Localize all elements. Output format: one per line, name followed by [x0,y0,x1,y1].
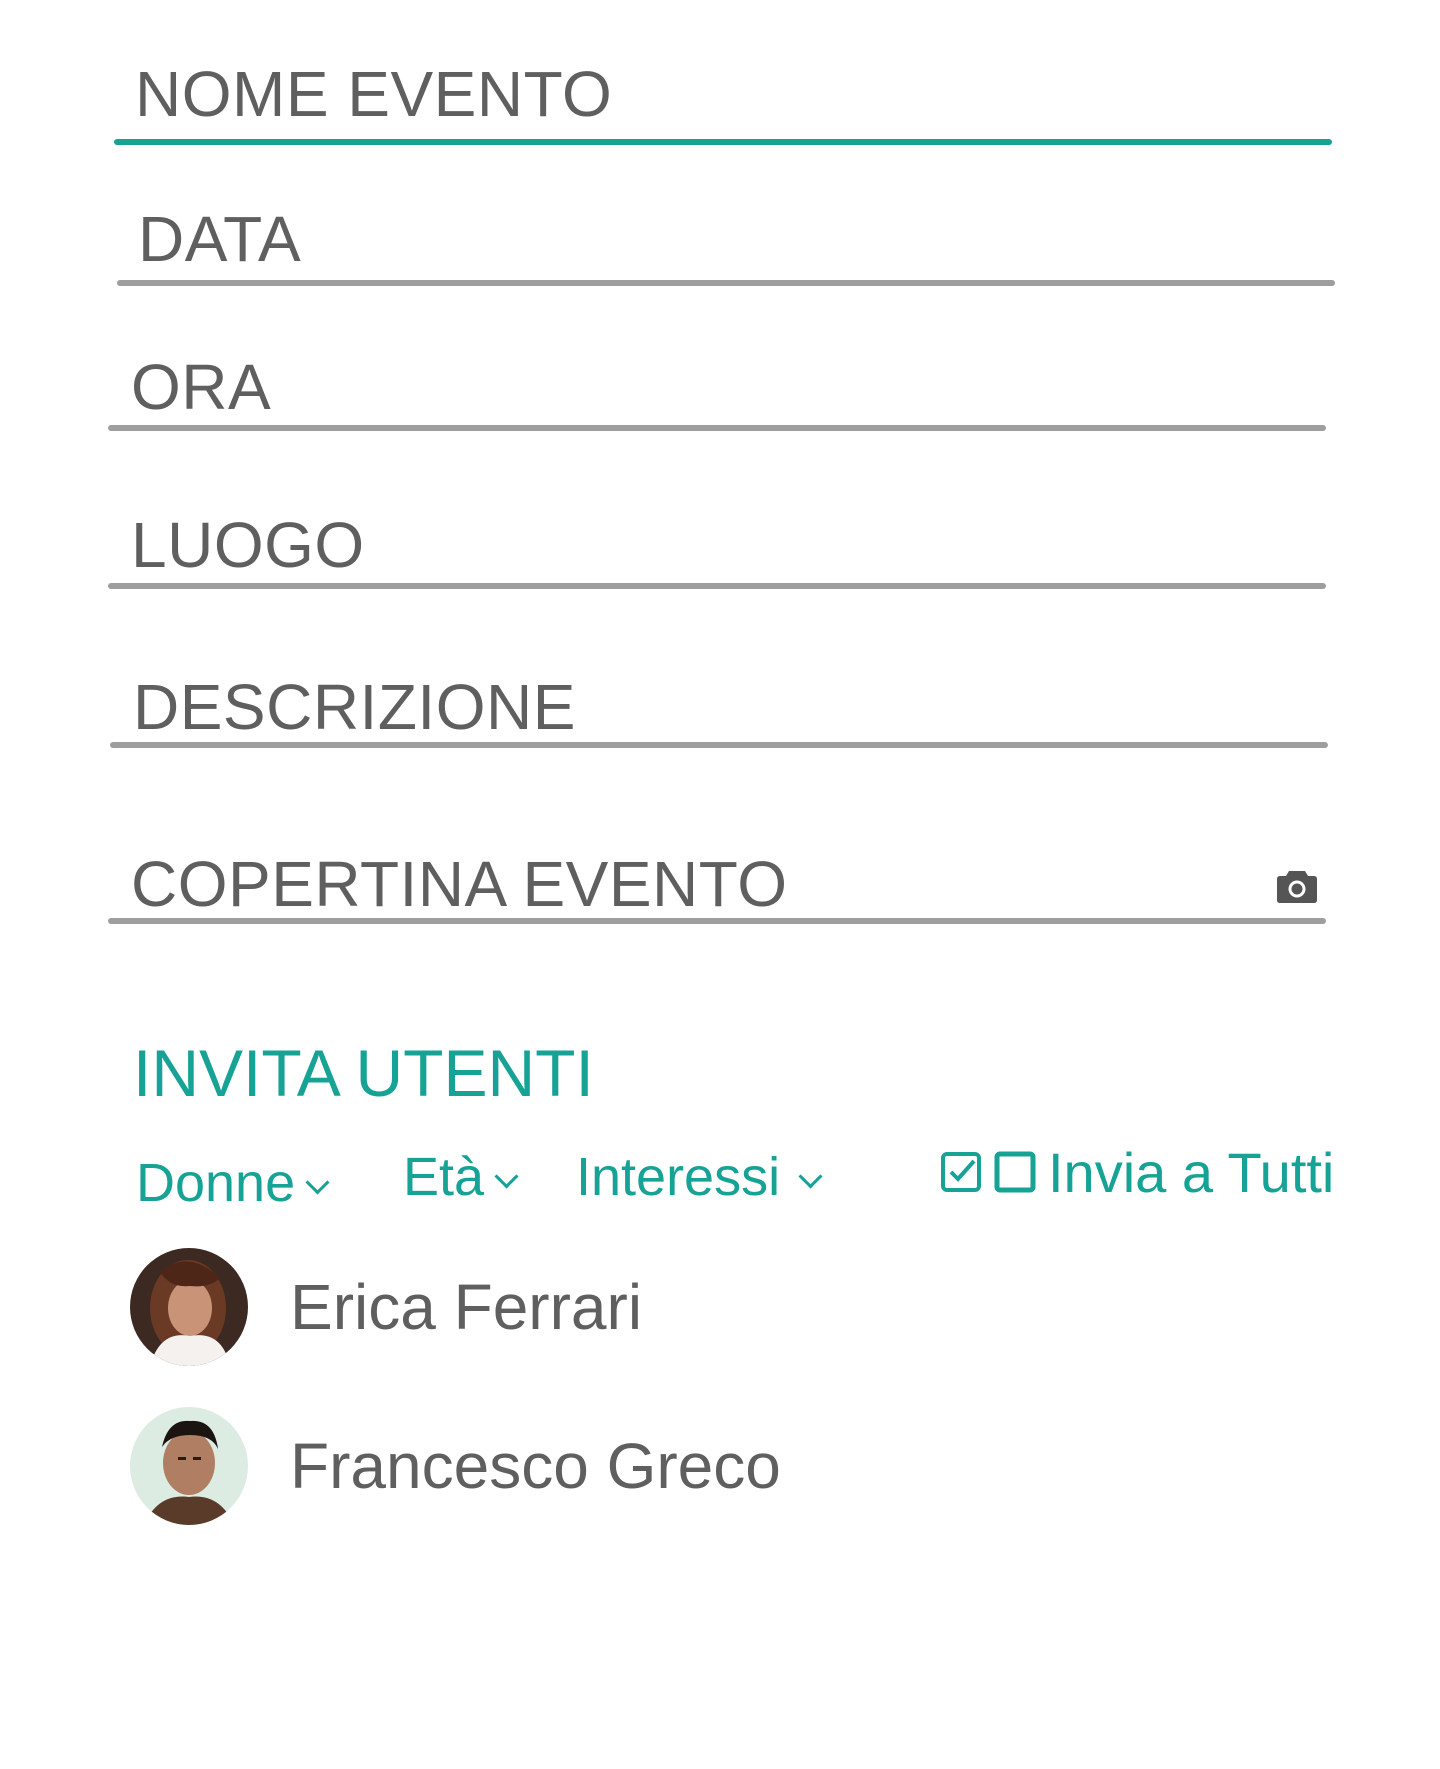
avatar [130,1248,248,1366]
camera-icon[interactable] [1276,868,1318,904]
filter-age-label: Età [403,1147,485,1207]
filter-age-dropdown[interactable]: Età [403,1147,519,1207]
event-cover-placeholder: COPERTINA EVENTO [131,848,788,920]
avatar [130,1407,248,1525]
invite-users-title: INVITA UTENTI [133,1036,594,1110]
event-name-underline [114,139,1332,145]
chevron-down-icon [798,1164,823,1189]
date-underline [117,280,1335,286]
user-name: Erica Ferrari [290,1271,643,1343]
filter-women-label: Donne [136,1153,296,1213]
date-placeholder: DATA [138,203,302,275]
chevron-down-icon [494,1164,519,1189]
filter-interests-dropdown[interactable]: Interessi [576,1147,823,1207]
user-row-erica[interactable]: Erica Ferrari [130,1247,642,1367]
time-placeholder: ORA [131,351,272,423]
checkbox-checked-icon[interactable] [940,1151,982,1193]
filter-women-dropdown[interactable]: Donne [136,1153,330,1213]
location-underline [108,583,1326,589]
filter-interests-label: Interessi [576,1147,781,1207]
event-name-placeholder: NOME EVENTO [135,58,613,130]
invite-all-label: Invia a Tutti [1048,1140,1335,1204]
invite-all-toggle[interactable]: Invia a Tutti [940,1140,1335,1204]
user-name: Francesco Greco [290,1430,781,1502]
user-row-francesco[interactable]: Francesco Greco [130,1406,781,1526]
location-placeholder: LUOGO [131,509,365,581]
description-placeholder: DESCRIZIONE [133,671,576,743]
time-underline [108,425,1326,431]
checkbox-empty-icon[interactable] [994,1151,1036,1193]
event-cover-underline [108,918,1326,924]
chevron-down-icon [305,1170,330,1195]
description-underline [110,742,1328,748]
